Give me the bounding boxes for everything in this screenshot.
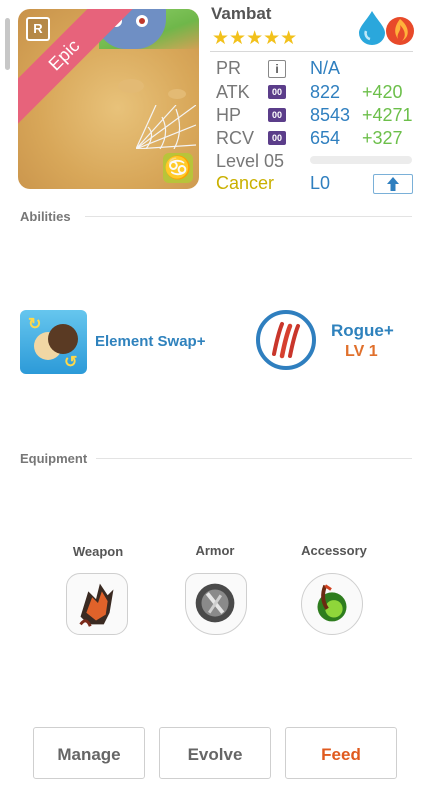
- star-rating: ★★★★★: [212, 28, 298, 49]
- monster-name: Vambat: [211, 4, 272, 23]
- info-icon[interactable]: i: [268, 60, 286, 78]
- accessory-label: Accessory: [301, 543, 367, 558]
- stat-label: PR: [216, 58, 242, 78]
- evolve-button[interactable]: Evolve: [159, 727, 271, 779]
- stat-boost-icon: 00: [268, 85, 286, 99]
- rank-frame-icon: R: [26, 17, 50, 41]
- equipment-divider: [96, 458, 412, 459]
- arrow-up-icon: [387, 177, 399, 191]
- monster-portrait[interactable]: R Epic ♋: [18, 9, 199, 189]
- rock-decoration: [118, 79, 144, 93]
- header-divider: [210, 51, 413, 52]
- stat-boost-icon: 00: [268, 108, 286, 122]
- stat-row-pr: PR i N/A: [216, 58, 416, 82]
- accessory-slot[interactable]: [301, 573, 363, 635]
- stat-value: N/A: [310, 58, 341, 78]
- weapon-label: Weapon: [72, 544, 124, 559]
- spider-web-icon: [136, 105, 196, 149]
- green-orb-accessory-icon: [317, 584, 347, 622]
- level-label: Level 05: [216, 151, 285, 171]
- element-swap-ability-icon[interactable]: ↻ ↺: [20, 310, 87, 374]
- ability-name[interactable]: Rogue+: [331, 321, 394, 341]
- stat-bonus: +420: [362, 82, 403, 102]
- weapon-slot[interactable]: [66, 573, 128, 635]
- feed-button[interactable]: Feed: [285, 727, 397, 779]
- equipment-title: Equipment: [20, 451, 88, 466]
- armor-label: Armor: [195, 543, 235, 558]
- fire-icon: [386, 17, 414, 45]
- stat-row-atk: ATK 00 822 +420: [216, 82, 416, 106]
- claw-marks-icon: [272, 322, 300, 359]
- stat-value: 822: [310, 82, 341, 102]
- stat-row-hp: HP 00 8543 +4271: [216, 105, 416, 129]
- rock-decoration: [168, 89, 186, 99]
- claw-ability-icon[interactable]: [256, 310, 316, 370]
- ability-name[interactable]: Element Swap+: [95, 333, 205, 350]
- stat-label: RCV: [216, 128, 255, 148]
- shield-armor-icon: [195, 583, 235, 623]
- abilities-divider: [85, 216, 412, 217]
- stat-label: HP: [216, 105, 242, 125]
- stat-value: 654: [310, 128, 341, 148]
- limit-upgrade-button[interactable]: [373, 174, 413, 194]
- element-icons: [359, 11, 414, 45]
- lava-claw-weapon-icon: [79, 583, 114, 627]
- abilities-title: Abilities: [20, 209, 71, 224]
- stat-bonus: +4271: [362, 105, 413, 125]
- stat-label: ATK: [216, 82, 250, 102]
- armor-slot[interactable]: [185, 573, 247, 635]
- limit-level: L0: [310, 173, 331, 193]
- zodiac-name: Cancer: [216, 173, 275, 193]
- stat-bonus: +327: [362, 128, 403, 148]
- cancer-zodiac-icon: ♋: [163, 153, 193, 183]
- manage-button[interactable]: Manage: [33, 727, 145, 779]
- ability-level: LV 1: [345, 343, 378, 360]
- scrollbar[interactable]: [5, 18, 10, 70]
- stat-boost-icon: 00: [268, 131, 286, 145]
- water-drop-icon: [359, 11, 385, 45]
- stat-row-rcv: RCV 00 654 +327: [216, 128, 416, 152]
- level-progress-bar: [310, 156, 412, 164]
- stat-value: 8543: [310, 105, 351, 125]
